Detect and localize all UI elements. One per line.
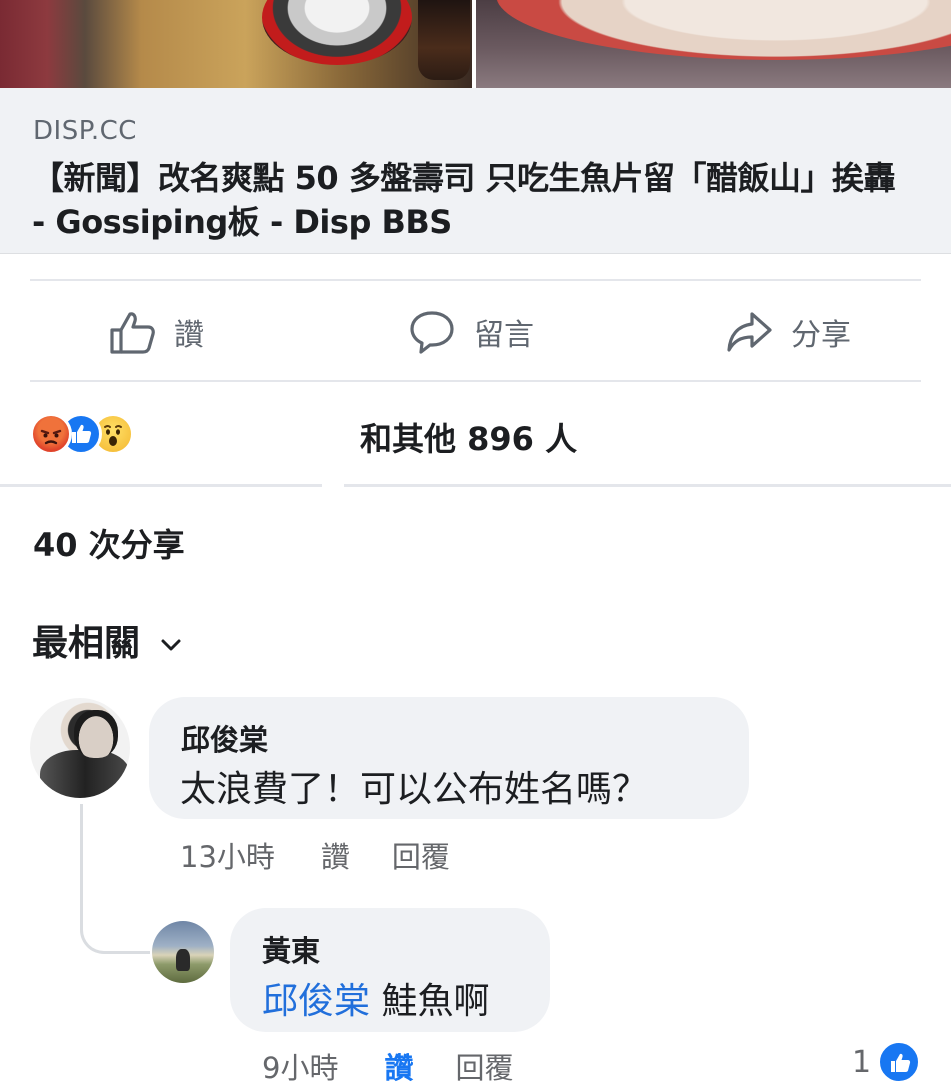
divider: [30, 380, 921, 382]
reply-meta: 9小時 讚 回覆: [262, 1045, 513, 1087]
link-title[interactable]: 【新聞】改名爽點 50 多盤壽司 只吃生魚片留「醋飯山」挨轟 - Gossipi…: [32, 156, 912, 244]
reaction-summary[interactable]: [30, 413, 160, 457]
divider: [344, 484, 951, 487]
reply-author[interactable]: 黃東: [262, 928, 320, 970]
soy-sauce-bottle-shape: [418, 0, 470, 80]
avatar[interactable]: [30, 698, 130, 798]
avatar-head-shape: [74, 710, 118, 758]
comment-reply-button[interactable]: 回覆: [392, 834, 450, 876]
sushi-table-photo: [0, 0, 472, 88]
like-button-label: 讚: [174, 318, 204, 353]
avatar-person-shape: [176, 949, 190, 971]
comment-time[interactable]: 13小時: [180, 834, 275, 876]
avatar[interactable]: [152, 921, 214, 983]
share-button[interactable]: 分享: [725, 304, 851, 360]
sushi-plate-photo: [476, 0, 951, 88]
share-arrow-icon: [725, 308, 773, 356]
like-badge-icon: [877, 1040, 922, 1084]
reply-text: 邱俊棠 鮭魚啊: [262, 972, 489, 1024]
like-button[interactable]: 讚: [108, 304, 204, 360]
plate-shape: [496, 0, 951, 60]
comment-sort-dropdown[interactable]: 最相關: [32, 614, 182, 666]
reply-thread-line: [80, 804, 150, 954]
reply-like-count[interactable]: 1: [852, 1040, 922, 1084]
reply-time[interactable]: 9小時: [262, 1045, 338, 1087]
comment-like-button[interactable]: 讚: [321, 834, 350, 876]
reaction-count-text[interactable]: 和其他 896 人: [360, 414, 577, 460]
reply-reply-button[interactable]: 回覆: [455, 1045, 513, 1087]
reply-like-count-value: 1: [852, 1044, 872, 1080]
bowl-shape: [262, 0, 412, 65]
reply-body: 鮭魚啊: [381, 981, 490, 1022]
comment-bubble-icon: [408, 308, 456, 356]
link-domain: DISP.CC: [33, 116, 137, 146]
share-button-label: 分享: [791, 318, 851, 353]
comment-text: 太浪費了！可以公布姓名嗎？: [180, 769, 649, 810]
comment-button-label: 留言: [474, 318, 534, 353]
reply-mention-link[interactable]: 邱俊棠: [262, 981, 370, 1022]
reply-like-button[interactable]: 讚: [384, 1045, 413, 1087]
share-count[interactable]: 40 次分享: [33, 520, 185, 566]
sort-label: 最相關: [32, 623, 141, 664]
thumbs-up-icon: [108, 308, 156, 356]
divider: [30, 279, 921, 281]
comment-meta: 13小時 讚 回覆: [180, 834, 450, 876]
avatar-body-shape: [40, 750, 130, 798]
comment-button[interactable]: 留言: [408, 304, 534, 360]
comment-author[interactable]: 邱俊棠: [181, 717, 268, 759]
angry-reaction-icon: [30, 413, 72, 455]
chevron-down-icon: [160, 620, 182, 661]
link-preview-image[interactable]: [0, 0, 951, 88]
divider: [0, 484, 322, 487]
